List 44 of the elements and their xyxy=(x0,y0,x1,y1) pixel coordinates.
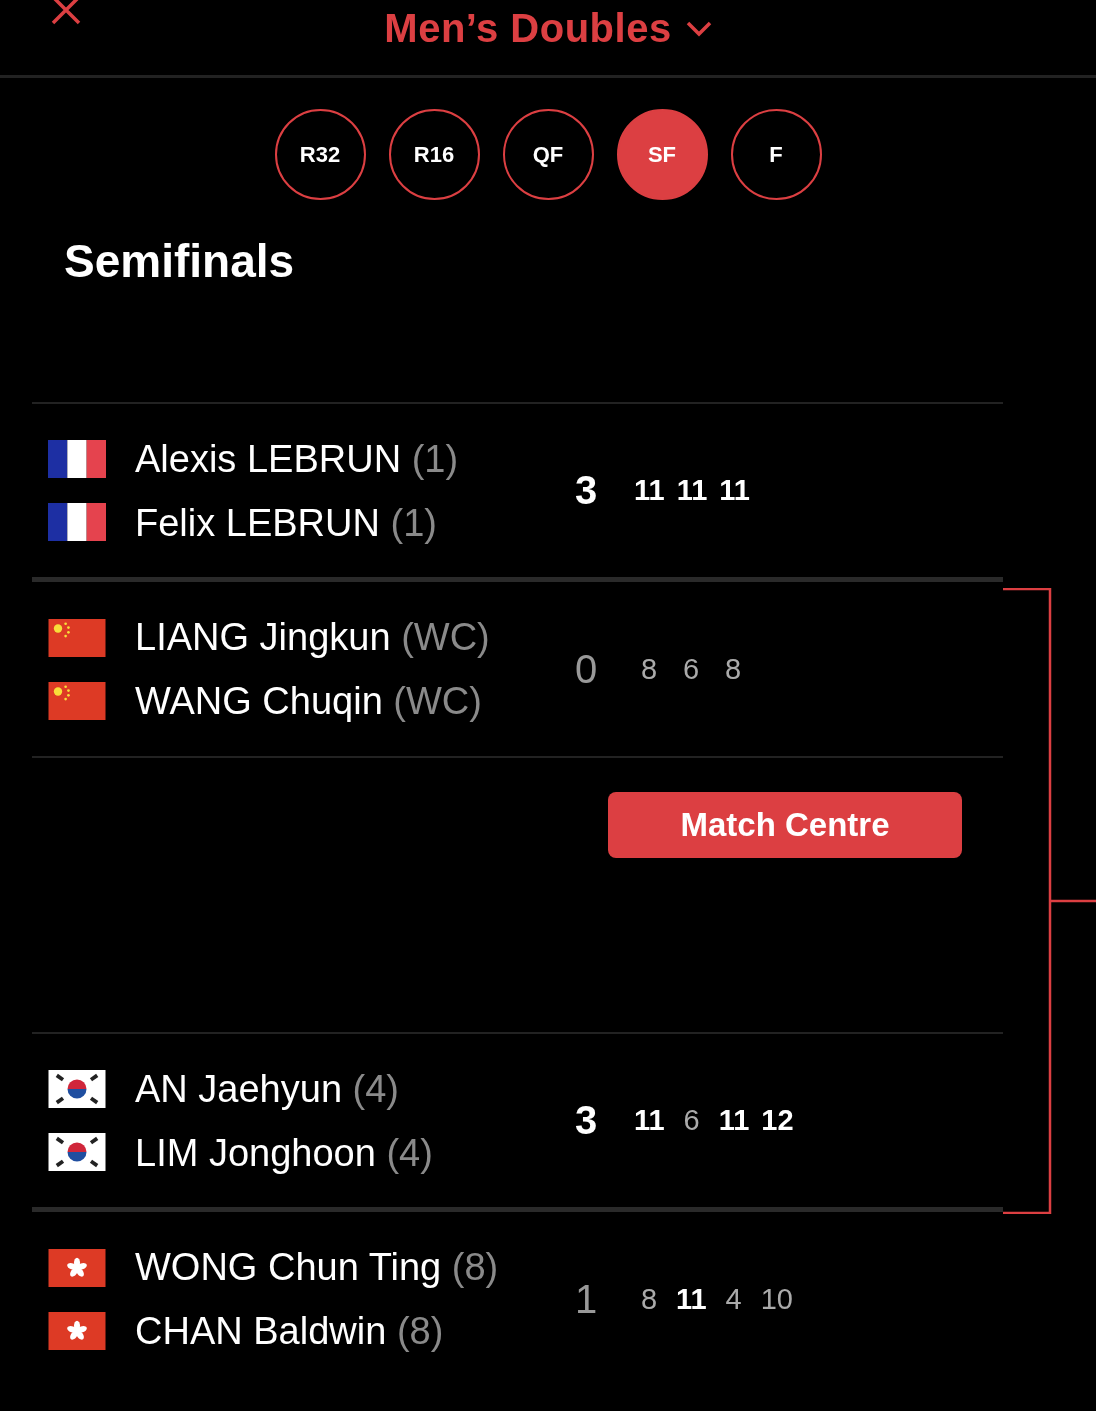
round-tab[interactable]: F xyxy=(730,109,822,200)
player-name: CHAN Baldwin (8) xyxy=(135,1309,445,1354)
hong-kong-flag-icon xyxy=(48,1311,106,1350)
player-name: AN Jaehyun (4) xyxy=(135,1066,401,1112)
match-score: 3 xyxy=(575,1098,599,1143)
china-flag-icon xyxy=(48,618,106,657)
match-score: 0 xyxy=(575,646,599,692)
round-tab[interactable]: R16 xyxy=(388,109,480,200)
game-score: 8 xyxy=(723,652,743,686)
match-centre-button[interactable]: Match Centre xyxy=(608,792,962,858)
chevron-down-icon xyxy=(685,20,712,37)
game-score: 11 xyxy=(634,474,665,507)
player-name: WANG Chuqin (WC) xyxy=(135,679,483,724)
game-score: 11 xyxy=(719,474,750,507)
france-flag-icon xyxy=(48,440,106,478)
player-name: Felix LEBRUN (1) xyxy=(135,500,438,546)
france-flag-icon xyxy=(48,503,106,541)
game-score: 11 xyxy=(718,1104,750,1137)
match-score: 1 xyxy=(575,1276,599,1322)
game-score: 10 xyxy=(760,1282,793,1316)
game-score: 4 xyxy=(724,1282,743,1316)
korea-flag-icon xyxy=(48,1133,106,1171)
game-score: 6 xyxy=(682,1104,701,1137)
player-name: LIM Jonghoon (4) xyxy=(135,1130,434,1176)
close-icon[interactable] xyxy=(50,0,82,26)
player-name: WONG Chun Ting (8) xyxy=(135,1245,500,1290)
korea-flag-icon xyxy=(48,1070,106,1108)
match-score: 3 xyxy=(575,468,599,513)
round-tab[interactable]: QF xyxy=(502,109,594,200)
game-score: 11 xyxy=(676,1282,707,1316)
round-tab[interactable]: SF xyxy=(616,109,708,200)
event-dropdown[interactable]: Men’s Doubles xyxy=(384,6,712,51)
china-flag-icon xyxy=(48,681,106,720)
player-name: LIANG Jingkun (WC) xyxy=(135,615,491,660)
game-score: 6 xyxy=(681,652,701,686)
hong-kong-flag-icon xyxy=(48,1248,106,1287)
round-tab[interactable]: R32 xyxy=(274,109,366,200)
section-title: Semifinals xyxy=(64,234,296,289)
game-score: 11 xyxy=(634,1104,665,1137)
player-name: Alexis LEBRUN (1) xyxy=(135,436,460,482)
game-score: 8 xyxy=(639,1282,659,1316)
game-score: 12 xyxy=(761,1104,794,1137)
game-score: 8 xyxy=(639,652,659,686)
game-score: 11 xyxy=(676,474,708,507)
